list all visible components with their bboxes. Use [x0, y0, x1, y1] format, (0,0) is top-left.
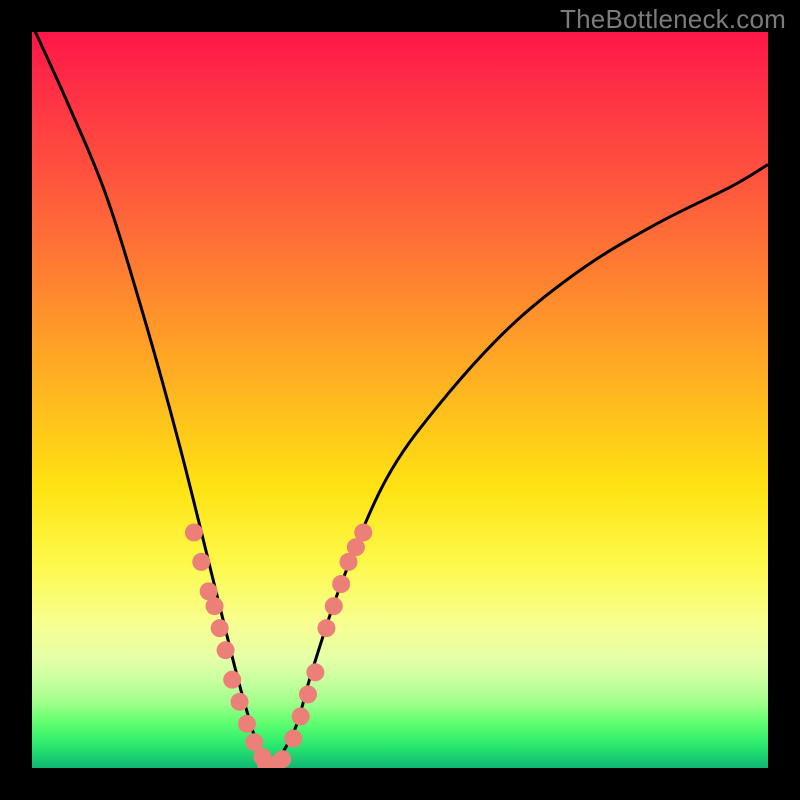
marker-dot: [325, 597, 343, 615]
marker-dot: [206, 597, 224, 615]
marker-dot: [273, 750, 291, 768]
marker-dot: [332, 575, 350, 593]
marker-dot: [211, 619, 229, 637]
plot-area: [32, 32, 768, 768]
marker-dot: [223, 671, 241, 689]
attribution-label: TheBottleneck.com: [560, 4, 786, 35]
marker-dot: [284, 730, 302, 748]
data-markers: [185, 523, 372, 768]
marker-dot: [238, 715, 256, 733]
marker-dot: [231, 693, 249, 711]
marker-dot: [185, 523, 203, 541]
marker-dot: [306, 663, 324, 681]
bottleneck-curve: [32, 32, 768, 768]
marker-dot: [317, 619, 335, 637]
curve-svg: [32, 32, 768, 768]
marker-dot: [217, 641, 235, 659]
chart-container: TheBottleneck.com: [0, 0, 800, 800]
marker-dot: [192, 553, 210, 571]
marker-dot: [354, 523, 372, 541]
marker-dot: [299, 685, 317, 703]
marker-dot: [292, 707, 310, 725]
